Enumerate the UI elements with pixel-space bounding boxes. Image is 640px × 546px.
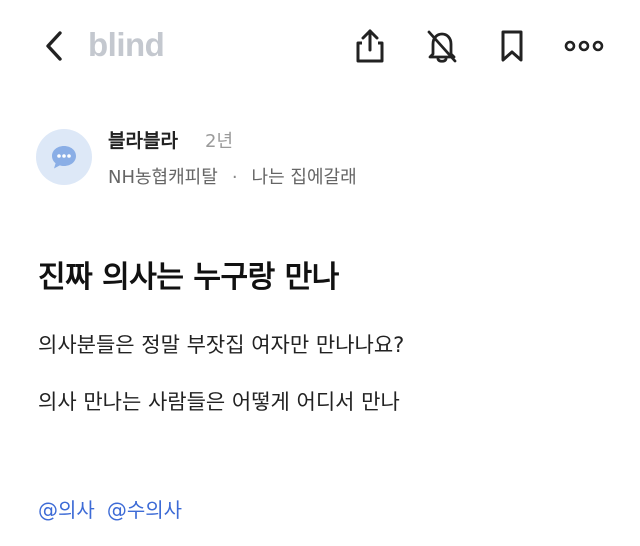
share-icon	[356, 29, 384, 63]
back-button[interactable]	[36, 26, 72, 66]
top-bar: blind	[0, 0, 640, 92]
bookmark-button[interactable]	[492, 26, 532, 66]
share-button[interactable]	[350, 26, 390, 66]
bookmark-icon	[501, 30, 523, 62]
more-icon	[564, 40, 604, 52]
bell-off-icon	[427, 30, 457, 63]
author-company[interactable]: NH농협캐피탈	[108, 167, 218, 188]
chevron-left-icon	[46, 31, 62, 61]
post-body-line: 의사분들은 정말 부잣집 여자만 만나나요?	[38, 333, 405, 357]
app-logo: blind	[88, 26, 165, 63]
tag-list: @의사 @수의사	[38, 496, 194, 524]
tag-link[interactable]: @수의사	[107, 498, 182, 522]
post-age: 2년	[205, 131, 234, 152]
notification-off-button[interactable]	[422, 26, 462, 66]
post-body-line: 의사 만나는 사람들은 어떻게 어디서 만나	[38, 390, 400, 414]
post-title: 진짜 의사는 누구랑 만나	[38, 260, 339, 295]
author-name[interactable]: 블라블라	[108, 128, 178, 154]
author-meta: NH농협캐피탈 · 나는 집에갈래	[108, 165, 357, 191]
tag-link[interactable]: @의사	[38, 498, 95, 522]
meta-separator: ·	[231, 167, 238, 188]
chat-bubble-icon	[52, 146, 76, 169]
more-button[interactable]	[562, 26, 606, 66]
author-nickname: 나는 집에갈래	[251, 167, 357, 188]
avatar[interactable]	[36, 129, 92, 185]
post-page: blind 블라블라 2년 NH농협캐피탈 · 나는 집에갈래 진짜 의사는 누…	[0, 0, 640, 546]
